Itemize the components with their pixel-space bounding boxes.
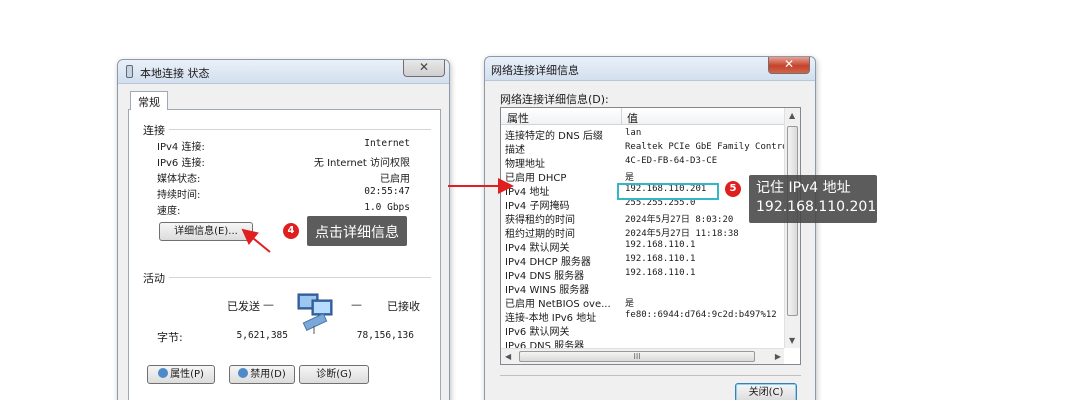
arrow-to-details-button <box>241 228 271 253</box>
tab-general[interactable]: 常规 <box>130 91 168 110</box>
step5-line2: 192.168.110.201 <box>756 199 877 215</box>
annotation-arrows <box>241 178 514 253</box>
step5-badge: 5 <box>725 181 741 197</box>
step5-line1: 记住 IPv4 地址 <box>756 180 851 196</box>
ipv4-address-highlight <box>617 183 719 200</box>
step4-callout: 点击详细信息 <box>307 216 407 246</box>
step5-callout: 记住 IPv4 地址 192.168.110.201 <box>749 175 877 223</box>
step4-badge: 4 <box>283 223 299 239</box>
